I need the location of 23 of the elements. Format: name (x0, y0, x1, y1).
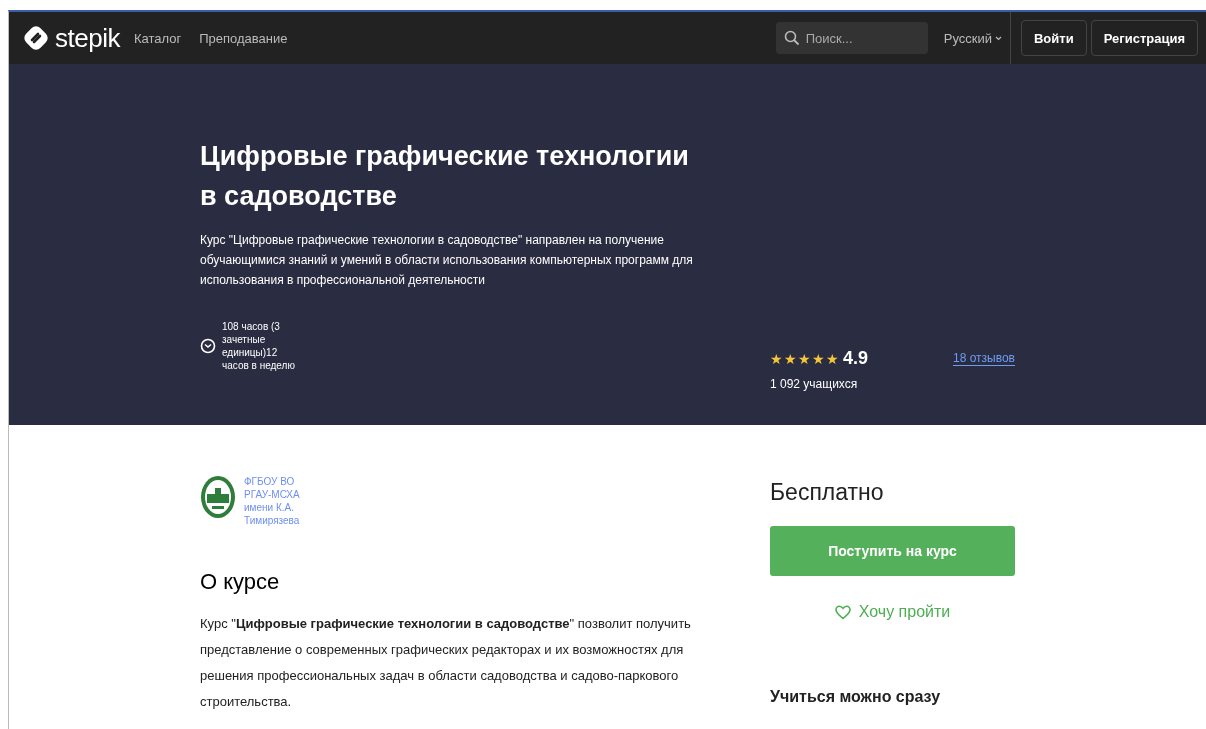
about-text: Курс "Цифровые графические технологии в садоводстве" позволит получить представление о современных графических редакторах и их возможностях для решения профессиональных задач в области садоводства и садово-паркового строительства. (200, 615, 692, 711)
nav-link[interactable]: Преподавание (199, 30, 288, 46)
search-field[interactable]: Поиск... (775, 22, 928, 54)
section-heading: О курсе (200, 569, 281, 595)
nav-link[interactable]: Каталог (133, 30, 182, 46)
caret-icon (995, 35, 1002, 41)
star-rating: ★★★★★ (770, 350, 839, 367)
rating-value: 4.9 (843, 348, 869, 369)
logo-text[interactable]: stepik (55, 22, 120, 54)
language-dropdown[interactable]: Русский (943, 30, 1002, 46)
price-label: Бесплатно (770, 479, 885, 506)
duration-text: 108 часов (3 зачетные единицы)12 часов в неделю (222, 320, 296, 372)
clock-icon (200, 338, 216, 354)
search-icon (783, 30, 800, 46)
header-button[interactable]: Регистрация (1090, 20, 1198, 56)
university-emblem-icon (200, 475, 236, 519)
reviews-link[interactable]: 18 отзывов (953, 351, 1015, 366)
header-button[interactable]: Войти (1021, 20, 1087, 56)
course-title: Цифровые графические технологии в садоводстве (200, 140, 690, 213)
learners-count: 1 092 учащихся (770, 377, 859, 391)
subheading: Учиться можно сразу (770, 688, 942, 706)
course-description: Курс "Цифровые графические технологии в садоводстве" направлен на получение обучающимися знаний и умений в области использования компьютерных программ для использования в профессиональной деятельности (200, 232, 694, 289)
heart-icon (834, 604, 851, 620)
